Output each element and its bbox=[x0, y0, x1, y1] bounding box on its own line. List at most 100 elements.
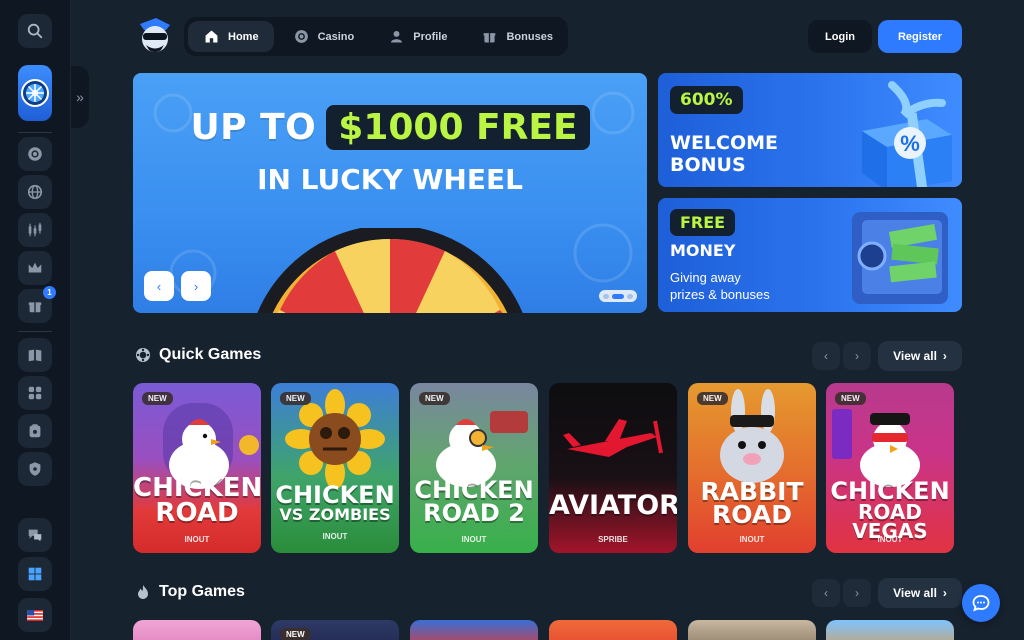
sidebar-item-lottery[interactable] bbox=[18, 414, 52, 448]
fire-icon bbox=[138, 585, 148, 599]
chevron-left-icon: ‹ bbox=[156, 278, 162, 294]
live-chat-button[interactable] bbox=[962, 584, 1000, 622]
chevron-right-icon: › bbox=[855, 349, 859, 363]
sidebar-divider bbox=[18, 132, 52, 133]
new-badge: NEW bbox=[419, 392, 450, 405]
top-games-view-all[interactable]: View all › bbox=[878, 578, 962, 608]
chevron-right-icon: › bbox=[942, 586, 947, 600]
casino-chip-icon bbox=[294, 30, 308, 43]
support-chat-button[interactable] bbox=[18, 518, 52, 552]
sidebar: 1 bbox=[0, 0, 71, 640]
game-card-rabbit-road[interactable]: NEW RABBIT ROAD INOUT bbox=[688, 383, 816, 553]
casino-chip-icon bbox=[136, 348, 150, 362]
promo-money-desc1: Giving away bbox=[670, 270, 741, 285]
game-title: AVIATOR bbox=[549, 490, 677, 521]
sidebar-item-games[interactable] bbox=[18, 376, 52, 410]
nav-item-label: Casino bbox=[317, 30, 355, 43]
sidebar-item-sports[interactable] bbox=[18, 175, 52, 209]
top-games-next[interactable]: › bbox=[843, 579, 871, 607]
grid-icon bbox=[28, 386, 42, 400]
site-logo[interactable] bbox=[134, 16, 174, 56]
chevron-right-icon: › bbox=[855, 586, 859, 600]
top-game-card[interactable] bbox=[688, 620, 816, 640]
game-card-aviator[interactable]: AVIATOR SPRIBE bbox=[549, 383, 677, 553]
nav-item-label: Bonuses bbox=[506, 30, 553, 43]
top-game-card[interactable] bbox=[133, 620, 261, 640]
main-nav: Home Casino Profile Bonuses bbox=[184, 17, 568, 56]
gift-box-illustration: % bbox=[862, 81, 952, 187]
nav-item-home[interactable]: Home bbox=[188, 21, 274, 52]
candlestick-chart-icon bbox=[28, 222, 42, 237]
double-chevron-right-icon: » bbox=[76, 89, 84, 105]
game-title-line2: ROAD 2 bbox=[423, 499, 525, 527]
sidebar-item-trading[interactable] bbox=[18, 213, 52, 247]
game-title: CHICKEN bbox=[275, 481, 395, 509]
nav-item-casino[interactable]: Casino bbox=[278, 21, 370, 52]
top-games-heading: Top Games bbox=[135, 583, 245, 601]
game-provider: INOUT bbox=[322, 532, 348, 541]
game-provider: INOUT bbox=[184, 535, 210, 544]
nav-item-label: Home bbox=[228, 30, 259, 43]
globe-icon bbox=[27, 184, 43, 200]
promo-free-money[interactable]: FREE MONEY Giving away prizes & bonuses bbox=[658, 198, 962, 312]
game-provider: INOUT bbox=[461, 535, 487, 544]
top-game-card[interactable]: NEW bbox=[271, 620, 399, 640]
user-icon bbox=[391, 30, 403, 43]
sidebar-divider bbox=[18, 331, 52, 332]
game-card-chicken-road-vegas[interactable]: NEW CHICKEN ROAD VEGAS INOUT bbox=[826, 383, 954, 553]
register-button[interactable]: Register bbox=[878, 20, 962, 53]
chevron-right-icon: › bbox=[942, 349, 947, 363]
top-games-prev[interactable]: ‹ bbox=[812, 579, 840, 607]
crown-icon bbox=[28, 262, 42, 273]
top-game-card[interactable] bbox=[549, 620, 677, 640]
new-badge: NEW bbox=[142, 392, 173, 405]
casino-chip-icon bbox=[28, 147, 42, 161]
expand-sidebar-button[interactable]: » bbox=[71, 66, 89, 128]
bonus-count-badge: 1 bbox=[43, 286, 56, 299]
game-card-chicken-road[interactable]: NEW CHICKEN ROAD INOUT bbox=[133, 383, 261, 553]
search-button[interactable] bbox=[18, 14, 52, 48]
promo-money-desc2: prizes & bonuses bbox=[670, 287, 770, 302]
nav-item-bonuses[interactable]: Bonuses bbox=[466, 21, 567, 52]
sidebar-item-security[interactable] bbox=[18, 452, 52, 486]
game-title-line2: ROAD bbox=[155, 498, 239, 528]
game-card-chicken-vs-zombies[interactable]: NEW CHICKEN VS ZOMBIES INOUT bbox=[271, 383, 399, 553]
quick-games-prev[interactable]: ‹ bbox=[812, 342, 840, 370]
hero-prev-button[interactable]: ‹ bbox=[144, 271, 174, 301]
game-provider: INOUT bbox=[877, 535, 903, 544]
sidebar-item-rules[interactable] bbox=[18, 338, 52, 372]
pagination-dot-active[interactable] bbox=[612, 293, 624, 299]
promo-welcome-bonus[interactable]: 600% WELCOME BONUS % bbox=[658, 73, 962, 187]
pagination-dot[interactable] bbox=[627, 293, 633, 299]
top-game-card[interactable] bbox=[826, 620, 954, 640]
quick-games-next[interactable]: › bbox=[843, 342, 871, 370]
hero-next-button[interactable]: › bbox=[181, 271, 211, 301]
view-all-label: View all bbox=[893, 349, 937, 363]
chevron-left-icon: ‹ bbox=[824, 586, 828, 600]
ticket-icon bbox=[29, 424, 41, 438]
sidebar-item-casino[interactable] bbox=[18, 137, 52, 171]
windows-icon bbox=[28, 567, 42, 581]
promo-welcome-line2: BONUS bbox=[670, 154, 746, 176]
game-card-chicken-road-2[interactable]: NEW CHICKEN ROAD 2 INOUT bbox=[410, 383, 538, 553]
language-selector[interactable] bbox=[18, 598, 52, 632]
game-title-line2: VS ZOMBIES bbox=[279, 505, 391, 524]
view-all-label: View all bbox=[893, 586, 937, 600]
windows-app-button[interactable] bbox=[18, 557, 52, 591]
quick-games-view-all[interactable]: View all › bbox=[878, 341, 962, 371]
nav-item-label: Profile bbox=[413, 30, 448, 43]
game-provider: SPRIBE bbox=[598, 535, 628, 544]
login-button[interactable]: Login bbox=[808, 20, 872, 53]
sidebar-item-bonuses[interactable]: 1 bbox=[18, 286, 56, 323]
lucky-wheel-button[interactable] bbox=[18, 65, 52, 121]
wheel-icon bbox=[21, 79, 49, 107]
pagination-dot[interactable] bbox=[603, 293, 609, 299]
quick-games-heading: Quick Games bbox=[135, 346, 261, 364]
promo-money-line1: MONEY bbox=[670, 241, 736, 260]
top-game-card[interactable] bbox=[410, 620, 538, 640]
promo-money-pill: FREE bbox=[670, 209, 736, 236]
sidebar-item-vip[interactable] bbox=[18, 251, 52, 285]
home-icon bbox=[205, 30, 218, 43]
svg-text:%: % bbox=[900, 131, 920, 156]
nav-item-profile[interactable]: Profile bbox=[373, 21, 462, 52]
